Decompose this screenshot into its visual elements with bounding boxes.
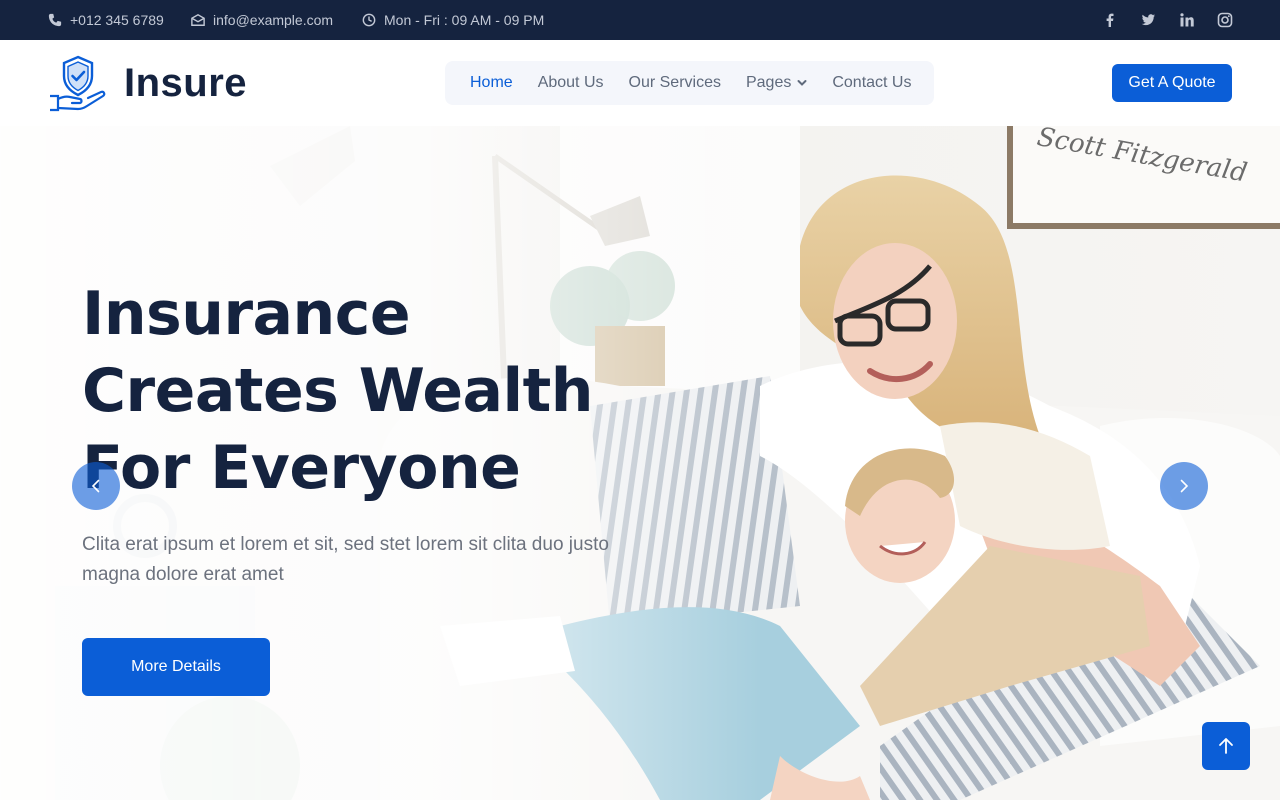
more-details-button[interactable]: More Details	[82, 638, 270, 696]
brand-logo[interactable]: Insure	[48, 54, 247, 112]
carousel-prev-button[interactable]	[72, 462, 120, 510]
nav-pages-dropdown[interactable]: Pages	[746, 74, 807, 92]
top-bar: +012 345 6789 info@example.com Mon - Fri…	[0, 0, 1280, 40]
phone-icon	[48, 13, 62, 27]
brand-name: Insure	[124, 60, 248, 105]
hero-title-line-2: Creates Wealth	[82, 356, 593, 426]
phone-text: +012 345 6789	[70, 12, 164, 28]
email-text: info@example.com	[213, 12, 334, 28]
nav-our-services[interactable]: Our Services	[629, 74, 721, 92]
shield-hand-icon	[50, 55, 106, 112]
chevron-down-icon	[797, 80, 807, 86]
hours-text: Mon - Fri : 09 AM - 09 PM	[384, 12, 545, 28]
main-navbar: Insure Home About Us Our Services Pages …	[0, 40, 1280, 126]
nav-menu: Home About Us Our Services Pages Contact…	[445, 61, 934, 105]
nav-contact-us[interactable]: Contact Us	[832, 74, 911, 92]
hero-title-line-1: Insurance	[82, 279, 411, 349]
hero-title-line-3: For Everyone	[82, 433, 521, 503]
hero-carousel: Scott Fitzgerald Insurance Creates Wealt…	[0, 126, 1280, 800]
phone-contact[interactable]: +012 345 6789	[48, 0, 164, 40]
envelope-icon	[191, 13, 205, 26]
back-to-top-button[interactable]	[1202, 722, 1250, 770]
linkedin-icon[interactable]	[1177, 0, 1197, 40]
nav-pages-label: Pages	[745, 74, 792, 91]
get-a-quote-button[interactable]: Get A Quote	[1112, 64, 1232, 102]
email-contact[interactable]: info@example.com	[191, 0, 333, 40]
chevron-left-icon	[91, 479, 100, 493]
facebook-icon[interactable]	[1100, 0, 1120, 40]
nav-home[interactable]: Home	[470, 74, 513, 92]
hero-lead-text: Clita erat ipsum et lorem et sit, sed st…	[82, 534, 609, 585]
clock-icon	[362, 13, 376, 27]
chevron-right-icon	[1180, 479, 1189, 493]
twitter-icon[interactable]	[1138, 0, 1158, 40]
carousel-next-button[interactable]	[1160, 462, 1208, 510]
instagram-icon[interactable]	[1215, 0, 1235, 40]
hours-info: Mon - Fri : 09 AM - 09 PM	[362, 0, 544, 40]
arrow-up-icon	[1219, 738, 1233, 754]
hero-title: Insurance Creates Wealth For Everyone	[82, 276, 642, 507]
nav-about-us[interactable]: About Us	[538, 74, 604, 92]
